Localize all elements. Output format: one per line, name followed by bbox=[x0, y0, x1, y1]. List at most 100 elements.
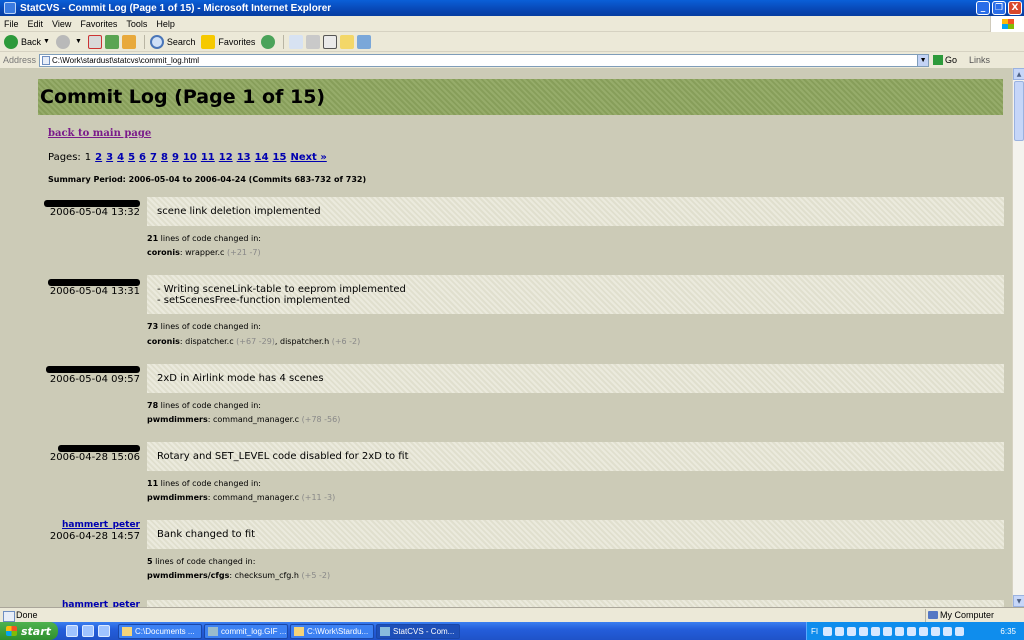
module-name: coronis bbox=[147, 248, 180, 257]
scroll-down-icon[interactable]: ▼ bbox=[1013, 595, 1024, 607]
discuss-icon[interactable] bbox=[340, 34, 355, 49]
mail-icon[interactable] bbox=[289, 34, 304, 49]
ie-icon bbox=[380, 626, 390, 636]
tray-icon[interactable] bbox=[943, 626, 953, 636]
system-tray: FI 6:35 bbox=[806, 622, 1024, 640]
file-delta: (+67 -29) bbox=[236, 337, 275, 346]
message-line: - Writing sceneLink-table to eeprom impl… bbox=[157, 284, 406, 295]
tray-icon[interactable] bbox=[847, 626, 857, 636]
commit-entry: 2006-04-28 15:06 Rotary and SET_LEVEL co… bbox=[38, 442, 1004, 512]
page-link-12[interactable]: 12 bbox=[219, 152, 233, 163]
back-dropdown-icon[interactable]: ▼ bbox=[43, 38, 50, 45]
menu-help[interactable]: Help bbox=[156, 19, 175, 29]
menu-favorites[interactable]: Favorites bbox=[80, 19, 117, 29]
menu-edit[interactable]: Edit bbox=[28, 19, 44, 29]
menu-file[interactable]: File bbox=[4, 19, 19, 29]
back-button[interactable]: Back ▼ bbox=[4, 34, 50, 49]
page-link-3[interactable]: 3 bbox=[106, 152, 113, 163]
home-icon[interactable] bbox=[121, 34, 136, 49]
start-button[interactable]: start bbox=[0, 622, 58, 640]
go-label: Go bbox=[945, 55, 958, 65]
scroll-thumb[interactable] bbox=[1014, 81, 1024, 141]
page-link-5[interactable]: 5 bbox=[128, 152, 135, 163]
page-link-11[interactable]: 11 bbox=[201, 152, 215, 163]
commit-author-link[interactable]: hammert_peter bbox=[38, 600, 140, 607]
lines-changed: 78 lines of code changed in: bbox=[147, 401, 261, 410]
page-link-7[interactable]: 7 bbox=[150, 152, 157, 163]
minimize-button[interactable]: _ bbox=[976, 1, 990, 15]
commit-entry: 2006-05-04 09:57 2xD in Airlink mode has… bbox=[38, 364, 1004, 434]
tray-icon[interactable] bbox=[871, 626, 881, 636]
links-button[interactable]: Links bbox=[969, 55, 990, 65]
forward-dropdown-icon[interactable]: ▼ bbox=[75, 38, 82, 45]
page-link-4[interactable]: 4 bbox=[117, 152, 124, 163]
edit-icon[interactable] bbox=[323, 34, 338, 49]
clock: 6:35 bbox=[1000, 626, 1016, 636]
refresh-icon[interactable] bbox=[104, 34, 119, 49]
page-link-15[interactable]: 15 bbox=[273, 152, 287, 163]
taskbar-button[interactable]: C:\Work\Stardu... bbox=[290, 623, 374, 639]
page-link-2[interactable]: 2 bbox=[95, 152, 102, 163]
tray-icon[interactable] bbox=[823, 626, 833, 636]
tray-icon[interactable] bbox=[895, 626, 905, 636]
commit-entry: hammert_peter 2006-04-28 14:57 Bank chan… bbox=[38, 520, 1004, 590]
ie-quicklaunch-icon[interactable] bbox=[66, 625, 78, 637]
tray-icon[interactable] bbox=[955, 626, 965, 636]
folder-icon bbox=[122, 626, 132, 636]
outlook-quicklaunch-icon[interactable] bbox=[82, 625, 94, 637]
file-name: checksum_cfg.h bbox=[234, 571, 299, 580]
tray-icon[interactable] bbox=[883, 626, 893, 636]
redacted-author bbox=[44, 200, 140, 207]
stop-icon[interactable] bbox=[87, 34, 102, 49]
page-title: Commit Log (Page 1 of 15) bbox=[40, 86, 326, 108]
menu-bar: File Edit View Favorites Tools Help bbox=[0, 16, 1024, 32]
security-zone: My Computer bbox=[925, 608, 994, 622]
language-indicator[interactable]: FI bbox=[811, 627, 818, 636]
desktop-quicklaunch-icon[interactable] bbox=[98, 625, 110, 637]
search-button[interactable]: Search bbox=[149, 34, 195, 49]
forward-button[interactable]: ▼ bbox=[55, 34, 82, 49]
window-title-bar[interactable]: StatCVS - Commit Log (Page 1 of 15) - Mi… bbox=[0, 0, 1024, 16]
tray-icon[interactable] bbox=[931, 626, 941, 636]
menu-view[interactable]: View bbox=[52, 19, 71, 29]
print-icon[interactable] bbox=[306, 34, 321, 49]
taskbar-button[interactable]: commit_log.GIF ... bbox=[204, 623, 288, 639]
taskbar-button[interactable]: C:\Documents ... bbox=[118, 623, 202, 639]
pagination: Pages: 1 2 3 4 5 6 7 8 9 10 11 12 13 14 … bbox=[48, 152, 327, 163]
file-delta: (+5 -2) bbox=[301, 571, 331, 580]
go-button[interactable]: Go bbox=[933, 55, 957, 65]
page-link-14[interactable]: 14 bbox=[255, 152, 269, 163]
tray-icon[interactable] bbox=[835, 626, 845, 636]
file-name: dispatcher.h bbox=[280, 337, 330, 346]
address-dropdown-icon[interactable]: ▼ bbox=[917, 54, 929, 66]
history-icon[interactable] bbox=[261, 34, 276, 49]
changed-files: pwmdimmers/cfgs: checksum_cfg.h (+5 -2) bbox=[147, 571, 331, 580]
module-name: pwmdimmers/cfgs bbox=[147, 571, 230, 580]
maximize-button[interactable]: ❐ bbox=[992, 1, 1006, 15]
taskbar: start C:\Documents ... commit_log.GIF ..… bbox=[0, 622, 1024, 640]
taskbar-button[interactable]: StatCVS - Com... bbox=[376, 623, 460, 639]
tray-icon[interactable] bbox=[919, 626, 929, 636]
menu-tools[interactable]: Tools bbox=[126, 19, 147, 29]
scroll-up-icon[interactable]: ▲ bbox=[1013, 68, 1024, 80]
file-delta: (+21 -7) bbox=[227, 248, 261, 257]
page-link-9[interactable]: 9 bbox=[172, 152, 179, 163]
favorites-button[interactable]: Favorites bbox=[201, 34, 255, 49]
changed-files: pwmdimmers: command_manager.c (+11 -3) bbox=[147, 493, 336, 502]
lines-count: 21 bbox=[147, 234, 159, 243]
page-link-10[interactable]: 10 bbox=[183, 152, 197, 163]
page-link-6[interactable]: 6 bbox=[139, 152, 146, 163]
back-to-main-link[interactable]: back to main page bbox=[48, 128, 151, 139]
next-page-link[interactable]: Next » bbox=[290, 152, 326, 163]
back-label: Back bbox=[21, 36, 42, 47]
address-bar: Address C:\Work\stardust\statcvs\commit_… bbox=[0, 52, 1024, 68]
tray-icon[interactable] bbox=[859, 626, 869, 636]
messenger-icon[interactable] bbox=[357, 34, 372, 49]
close-button[interactable]: X bbox=[1008, 1, 1022, 15]
address-input[interactable]: C:\Work\stardust\statcvs\commit_log.html… bbox=[39, 53, 930, 67]
page-link-8[interactable]: 8 bbox=[161, 152, 168, 163]
page-link-13[interactable]: 13 bbox=[237, 152, 251, 163]
commit-author-link[interactable]: hammert_peter bbox=[38, 520, 140, 530]
tray-icon[interactable] bbox=[907, 626, 917, 636]
vertical-scrollbar[interactable]: ▲ ▼ bbox=[1012, 68, 1024, 607]
